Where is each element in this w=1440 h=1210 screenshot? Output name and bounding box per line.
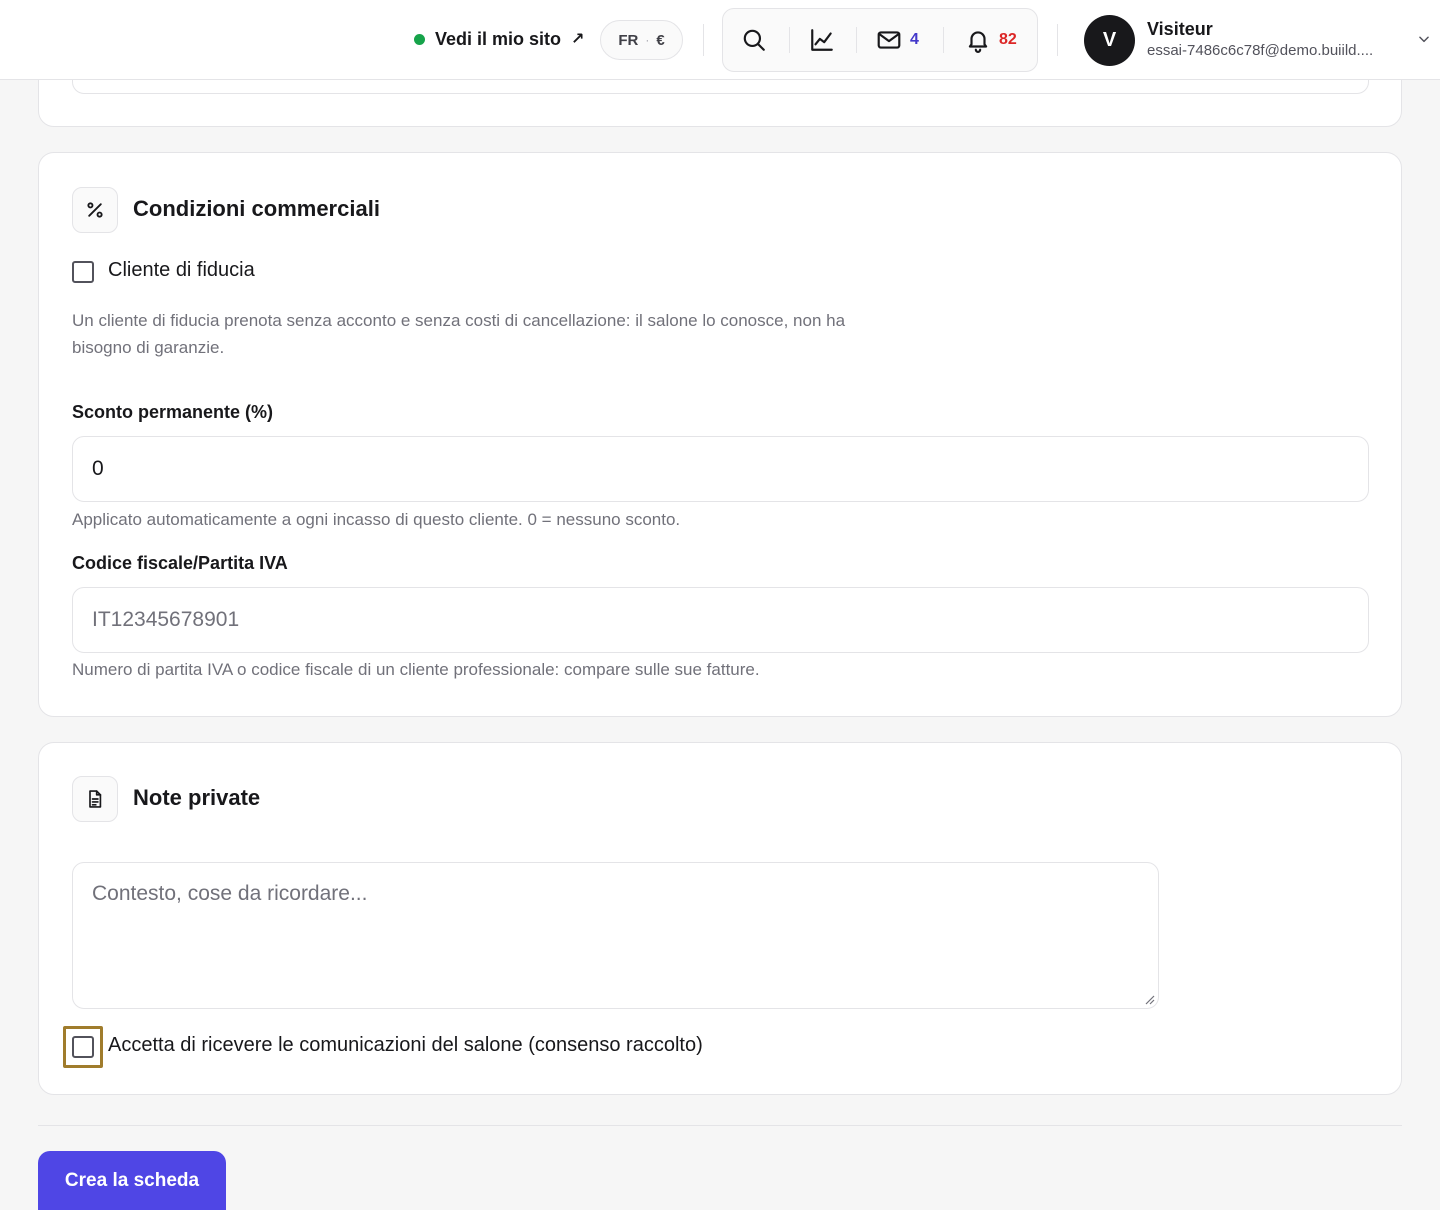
messages-count: 4 bbox=[910, 31, 919, 48]
messages-button[interactable]: 4 bbox=[876, 20, 919, 60]
section-title: Note private bbox=[133, 785, 261, 810]
consent-label[interactable]: Accetta di ricevere le comunicazioni del… bbox=[108, 1034, 703, 1057]
notifications-button[interactable]: 82 bbox=[965, 20, 1017, 60]
top-bar: Vedi il mio sito ↗ FR · € 4 82 V Visiteu… bbox=[0, 0, 1440, 80]
help-line: bisogno di garanzie. bbox=[72, 338, 225, 357]
trusted-client-help: Un cliente di fiducia prenota senza acco… bbox=[72, 307, 845, 361]
view-site-link[interactable]: Vedi il mio sito ↗ bbox=[414, 27, 584, 51]
header-divider bbox=[1057, 24, 1058, 56]
locale-separator: · bbox=[645, 33, 650, 47]
help-line: Un cliente di fiducia prenota senza acco… bbox=[72, 311, 846, 330]
document-icon bbox=[89, 790, 102, 808]
tool-divider bbox=[856, 27, 857, 53]
trusted-client-label[interactable]: Cliente di fiducia bbox=[108, 259, 255, 282]
view-site-label: Vedi il mio sito bbox=[435, 28, 562, 49]
percent-icon bbox=[87, 202, 103, 218]
section-icon-box bbox=[72, 776, 118, 822]
trusted-client-checkbox[interactable] bbox=[72, 261, 94, 283]
search-button[interactable] bbox=[741, 20, 767, 60]
tax-id-input[interactable] bbox=[72, 587, 1369, 653]
currency-symbol: € bbox=[656, 31, 665, 49]
section-icon-box bbox=[72, 187, 118, 233]
resize-handle-icon[interactable] bbox=[1145, 995, 1155, 1005]
mail-icon bbox=[877, 31, 901, 49]
tax-id-label: Codice fiscale/Partita IVA bbox=[72, 553, 288, 573]
chevron-down-icon[interactable] bbox=[1417, 32, 1431, 46]
discount-input[interactable] bbox=[72, 436, 1369, 502]
header-tools: 4 82 bbox=[722, 8, 1038, 72]
user-name[interactable]: Visiteur bbox=[1147, 19, 1213, 40]
avatar[interactable]: V bbox=[1084, 15, 1135, 66]
discount-label: Sconto permanente (%) bbox=[72, 402, 274, 422]
form-footer-divider bbox=[38, 1125, 1402, 1126]
user-email: essai-7486c6c78f@demo.buiild.... bbox=[1147, 42, 1374, 59]
discount-help: Applicato automaticamente a ogni incasso… bbox=[72, 510, 681, 529]
site-online-dot bbox=[414, 33, 425, 45]
statistics-button[interactable] bbox=[809, 20, 835, 60]
private-notes-card: Note private Accetta di ricevere le comu… bbox=[38, 742, 1402, 1095]
locale-currency-selector[interactable]: FR · € bbox=[600, 20, 683, 60]
section-title: Condizioni commerciali bbox=[133, 196, 380, 221]
notifications-count: 82 bbox=[999, 31, 1017, 48]
chart-line-icon bbox=[811, 29, 833, 51]
tool-divider bbox=[943, 27, 944, 53]
language-code: FR bbox=[618, 31, 639, 49]
tool-divider bbox=[789, 27, 790, 53]
commercial-conditions-card: Condizioni commerciali Cliente di fiduci… bbox=[38, 152, 1402, 717]
header-divider bbox=[703, 24, 704, 56]
search-icon bbox=[743, 29, 765, 51]
private-notes-textarea[interactable] bbox=[72, 862, 1159, 1009]
create-record-button[interactable]: Crea la scheda bbox=[38, 1151, 226, 1210]
external-arrow-icon: ↗ bbox=[571, 31, 585, 48]
bell-icon bbox=[968, 31, 988, 53]
consent-checkbox[interactable] bbox=[72, 1036, 94, 1058]
tax-id-help: Numero di partita IVA o codice fiscale d… bbox=[72, 660, 760, 679]
